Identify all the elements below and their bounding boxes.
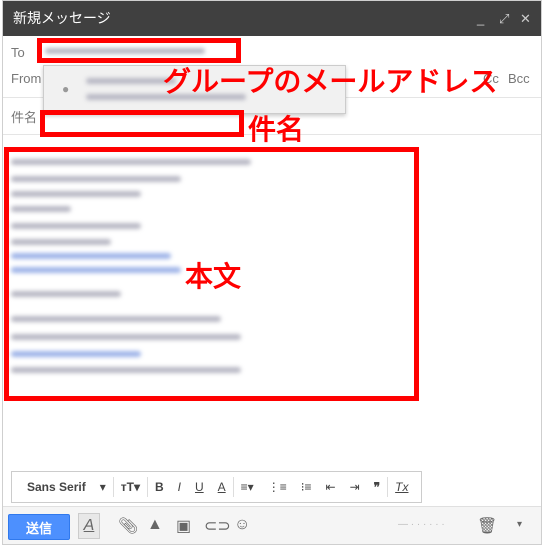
from-label: From (11, 71, 42, 86)
photo-icon[interactable]: ▣ (176, 516, 191, 536)
trash-icon[interactable]: 🗑︎ (477, 516, 497, 536)
drive-icon[interactable]: ▲ (147, 516, 163, 534)
underline-icon[interactable]: U (188, 480, 211, 494)
to-label: To (11, 45, 25, 60)
minimize-icon[interactable]: _ (477, 1, 484, 36)
formatting-toggle-icon[interactable]: A (78, 513, 100, 539)
indent-less-icon[interactable]: ⇤ (319, 480, 343, 494)
emoji-icon[interactable]: ☺ (234, 516, 250, 534)
indent-more-icon[interactable]: ⇥ (343, 480, 367, 494)
bold-icon[interactable]: B (148, 480, 171, 494)
compose-header: 新規メッセージ _ ⤢ ✕ (3, 1, 541, 36)
more-options-icon[interactable]: ▾ (517, 519, 522, 530)
numbered-list-icon[interactable]: ⋮≡ (261, 480, 294, 494)
expand-icon[interactable]: ⤢ (499, 1, 509, 36)
align-icon[interactable]: ≡▾ (234, 480, 261, 494)
compose-title: 新規メッセージ (13, 10, 111, 26)
remove-formatting-icon[interactable]: Tx (388, 480, 415, 494)
saved-status: — · · · · · · (398, 519, 445, 530)
annotation-body: 本文 (185, 261, 242, 292)
compose-bottom-bar: 送信 A 📎︎ ▲ ▣ ⊂⊃ ☺ — · · · · · · 🗑︎ ▾ (3, 506, 541, 544)
chevron-down-icon[interactable]: ▾ (93, 480, 113, 494)
bcc-link[interactable]: Bcc (508, 71, 530, 86)
attach-icon[interactable]: 📎︎ (118, 516, 138, 536)
quote-icon[interactable]: ❞ (367, 480, 387, 494)
subject-highlight-box (40, 110, 244, 137)
formatting-toolbar: Sans Serif ▾ ᴛT▾ B I U A ≡▾ ⋮≡ ⁝≡ ⇤ ⇥ ❞ … (11, 471, 422, 503)
italic-icon[interactable]: I (171, 480, 188, 494)
bulleted-list-icon[interactable]: ⁝≡ (294, 480, 319, 494)
subject-label: 件名 (11, 110, 38, 125)
text-color-icon[interactable]: A (211, 480, 233, 494)
group-icon: ● (62, 82, 70, 96)
send-button[interactable]: 送信 (8, 514, 70, 540)
annotation-subject: 件名 (248, 114, 305, 145)
font-size-icon[interactable]: ᴛT▾ (114, 480, 147, 494)
annotation-group-address: グループのメールアドレス (163, 66, 498, 97)
font-select[interactable]: Sans Serif (20, 480, 93, 494)
close-icon[interactable]: ✕ (520, 1, 531, 36)
link-icon[interactable]: ⊂⊃ (204, 516, 231, 536)
